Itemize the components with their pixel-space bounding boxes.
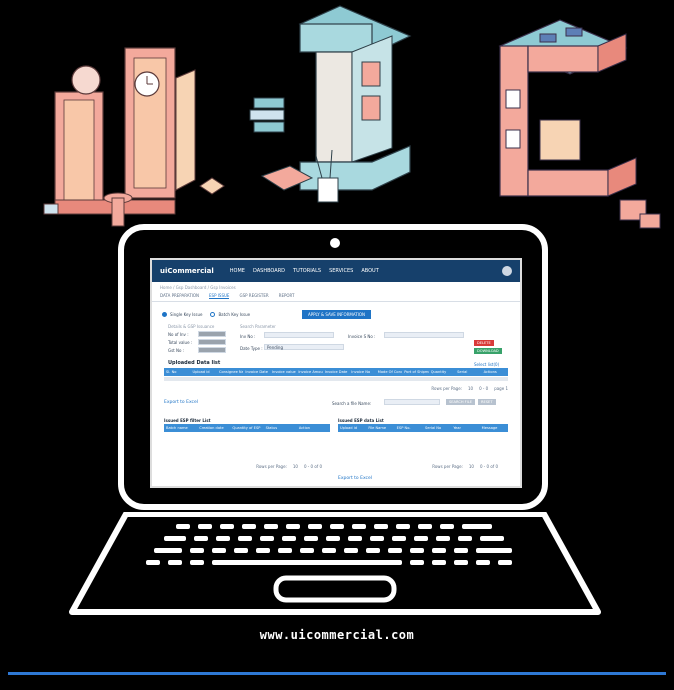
- col-invoice-value: Invoice value: [271, 370, 296, 374]
- issued-data-title: Issued ESP data List: [338, 418, 384, 423]
- col-serial-no: Serial No: [424, 426, 442, 430]
- col-esp-no: ESP No.: [396, 426, 411, 430]
- letter-i-illustration: [249, 5, 412, 203]
- filter-pager: Rows per Page: 10 0 - 0 of 0: [172, 464, 322, 469]
- export-excel-link-2[interactable]: Export to Excel: [338, 476, 372, 481]
- avatar[interactable]: [502, 266, 512, 276]
- filter-table-header: Batch name Creation date Quantity of ESP…: [164, 424, 330, 432]
- app-logo[interactable]: uiCommercial: [160, 267, 214, 275]
- uploaded-table-header: Sl. No Upload id Consignee Name Invoice …: [164, 368, 508, 376]
- radio-single[interactable]: [162, 312, 167, 317]
- tab-bar: DATA PREPARATION ESP ISSUE GSP REGISTER …: [152, 291, 520, 302]
- col-invoice-amount: Invoice Amount: [298, 370, 323, 374]
- nav-dashboard[interactable]: DASHBOARD: [253, 268, 285, 274]
- col-upload-id-2: Upload id: [340, 426, 358, 430]
- total-value-field: [198, 339, 226, 345]
- radio-batch-label: Batch Key Issue: [218, 312, 251, 317]
- search-file-input[interactable]: [384, 399, 440, 405]
- rows-per-page-select-3[interactable]: 10: [469, 464, 474, 469]
- tab-gsp-register[interactable]: GSP REGISTER: [239, 293, 268, 299]
- radio-single-label: Single Key Issue: [170, 312, 203, 317]
- nav-tutorials[interactable]: TUTORIALS: [293, 268, 321, 274]
- page-range-2: 0 - 0 of 0: [303, 464, 322, 469]
- col-consignee: Consignee Name: [218, 370, 244, 374]
- apply-save-button[interactable]: APPLY & SAVE INFORMATION: [302, 310, 372, 319]
- page-range: 0 - 0: [479, 386, 489, 391]
- delete-button[interactable]: DELETE: [474, 340, 494, 346]
- col-year: Year: [453, 426, 461, 430]
- col-port: Port of Shipment: [404, 370, 429, 374]
- rows-per-page-label: Rows per Page:: [431, 386, 463, 391]
- date-type-select[interactable]: Pending: [264, 344, 344, 350]
- select-all-link[interactable]: Select list(0): [474, 362, 499, 367]
- page-range-3: 0 - 0 of 0: [479, 464, 498, 469]
- col-file-name: File Name: [368, 426, 387, 430]
- col-invoice-date: Invoice Date: [245, 370, 268, 374]
- letter-u-illustration: [43, 47, 225, 227]
- no-of-inv-label: No of Inv :: [168, 332, 189, 337]
- table-scrollbar[interactable]: [164, 377, 508, 381]
- website-url[interactable]: www.uicommercial.com: [0, 628, 674, 642]
- export-excel-link[interactable]: Export to Excel: [164, 400, 198, 405]
- tab-data-preparation[interactable]: DATA PREPARATION: [160, 293, 199, 299]
- footer-accent-bar: [8, 672, 666, 675]
- col-invoice-date-2: Invoice Date: [324, 370, 348, 374]
- issue-mode-radios: Single Key Issue Batch Key Issue: [162, 312, 250, 317]
- col-invoice-no: Invoice No: [351, 370, 371, 374]
- tab-report[interactable]: REPORT: [279, 293, 295, 299]
- page-number: page 1: [494, 386, 508, 391]
- ui-c-letters-illustration: [43, 5, 661, 229]
- breadcrumb: Home / Gsp Dashboard / Gsp Invoices: [160, 285, 236, 290]
- col-mode: Mode Of Conveyance: [377, 370, 402, 374]
- col-upload-id: Upload id: [192, 370, 210, 374]
- rows-per-page-select[interactable]: 10: [468, 386, 473, 391]
- col-status: Status: [265, 426, 278, 430]
- group2-title: Search Parameter: [240, 324, 276, 329]
- radio-batch[interactable]: [210, 312, 216, 317]
- invoice-no-input[interactable]: [264, 332, 334, 338]
- webcam-icon: [330, 238, 340, 248]
- download-button[interactable]: DOWNLOAD: [474, 348, 502, 354]
- group1-title: Details & GSP Issuance: [168, 324, 215, 329]
- nav-services[interactable]: SERVICES: [329, 268, 353, 274]
- total-value-label: Total value :: [168, 340, 193, 345]
- col-quantity-esp: Quantity of ESP: [232, 426, 261, 430]
- invoice-no-label: Inv No :: [240, 334, 256, 339]
- laptop-keyboard-base: [69, 512, 601, 615]
- col-sl-no: Sl. No: [166, 370, 177, 374]
- uploaded-pager: Rows per Page: 10 0 - 0 page 1: [332, 386, 508, 391]
- date-type-label: Date Type :: [240, 346, 263, 351]
- col-quantity: Quantity: [430, 370, 447, 374]
- si-no-label: Invoice S No :: [348, 334, 376, 339]
- rows-per-page-select-2[interactable]: 10: [293, 464, 298, 469]
- issued-filter-title: Issued ESP filter List: [164, 418, 211, 423]
- laptop-screen: uiCommercial HOME DASHBOARD TUTORIALS SE…: [150, 258, 522, 488]
- col-actions: Actions: [483, 370, 497, 374]
- no-of-inv-field: [198, 331, 226, 337]
- col-batch-name: Batch name: [166, 426, 188, 430]
- data-table-header: Upload id File Name ESP No. Serial No Ye…: [338, 424, 508, 432]
- nav-about[interactable]: ABOUT: [361, 268, 378, 274]
- reset-button[interactable]: RESET: [478, 399, 496, 405]
- app-navbar: uiCommercial HOME DASHBOARD TUTORIALS SE…: [152, 260, 520, 282]
- search-file-label: Search a file Name:: [332, 401, 372, 406]
- rows-per-page-label-2: Rows per Page:: [256, 464, 287, 469]
- tab-esp-issue[interactable]: ESP ISSUE: [209, 293, 230, 299]
- rows-per-page-label-3: Rows per Page:: [432, 464, 463, 469]
- search-file-button[interactable]: SEARCH FILE: [446, 399, 476, 405]
- gst-no-field: [198, 347, 226, 353]
- letter-c-illustration: [498, 19, 661, 229]
- nav-home[interactable]: HOME: [230, 268, 245, 274]
- gst-no-label: Gst No :: [168, 348, 185, 353]
- col-action: Action: [298, 426, 311, 430]
- col-creation-date: Creation date: [199, 426, 224, 430]
- si-no-input[interactable]: [384, 332, 464, 338]
- col-serial: Serial: [457, 370, 468, 374]
- data-pager: Rows per Page: 10 0 - 0 of 0: [348, 464, 498, 469]
- col-message: Message: [481, 426, 498, 430]
- uploaded-data-title: Uploaded Data list: [168, 360, 221, 366]
